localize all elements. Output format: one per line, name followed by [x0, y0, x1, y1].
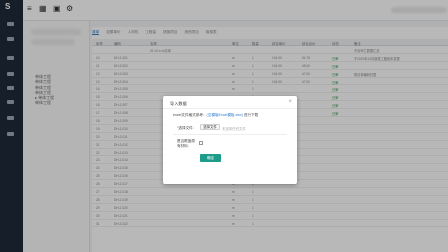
template-download-link[interactable]: (空模版Excel模板.xlsx) [207, 113, 243, 117]
file-name-placeholder: 未选择任何文件 [222, 127, 246, 131]
file-label-text: 选择文件: [178, 126, 194, 130]
overwrite-label-line2: 有材料: [177, 144, 189, 149]
close-icon[interactable]: × [288, 99, 292, 105]
dialog-divider [163, 108, 297, 109]
download-prefix: excel文件格式参考： [173, 113, 207, 117]
field-divider [173, 134, 287, 135]
overwrite-label: 是否覆盖原 有材料: [177, 139, 195, 150]
import-dialog: 导入数据 × excel文件格式参考：(空模版Excel模板.xlsx) 进行下… [163, 96, 297, 184]
file-label: *选择文件: [177, 126, 194, 131]
template-download-line: excel文件格式参考：(空模版Excel模板.xlsx) 进行下载 [173, 113, 258, 118]
overwrite-checkbox[interactable] [199, 141, 203, 145]
download-suffix: 进行下载 [242, 113, 259, 117]
choose-file-button[interactable]: 选择文件 [200, 124, 220, 130]
dialog-title: 导入数据 [170, 101, 187, 106]
confirm-button[interactable]: 确定 [200, 154, 221, 162]
